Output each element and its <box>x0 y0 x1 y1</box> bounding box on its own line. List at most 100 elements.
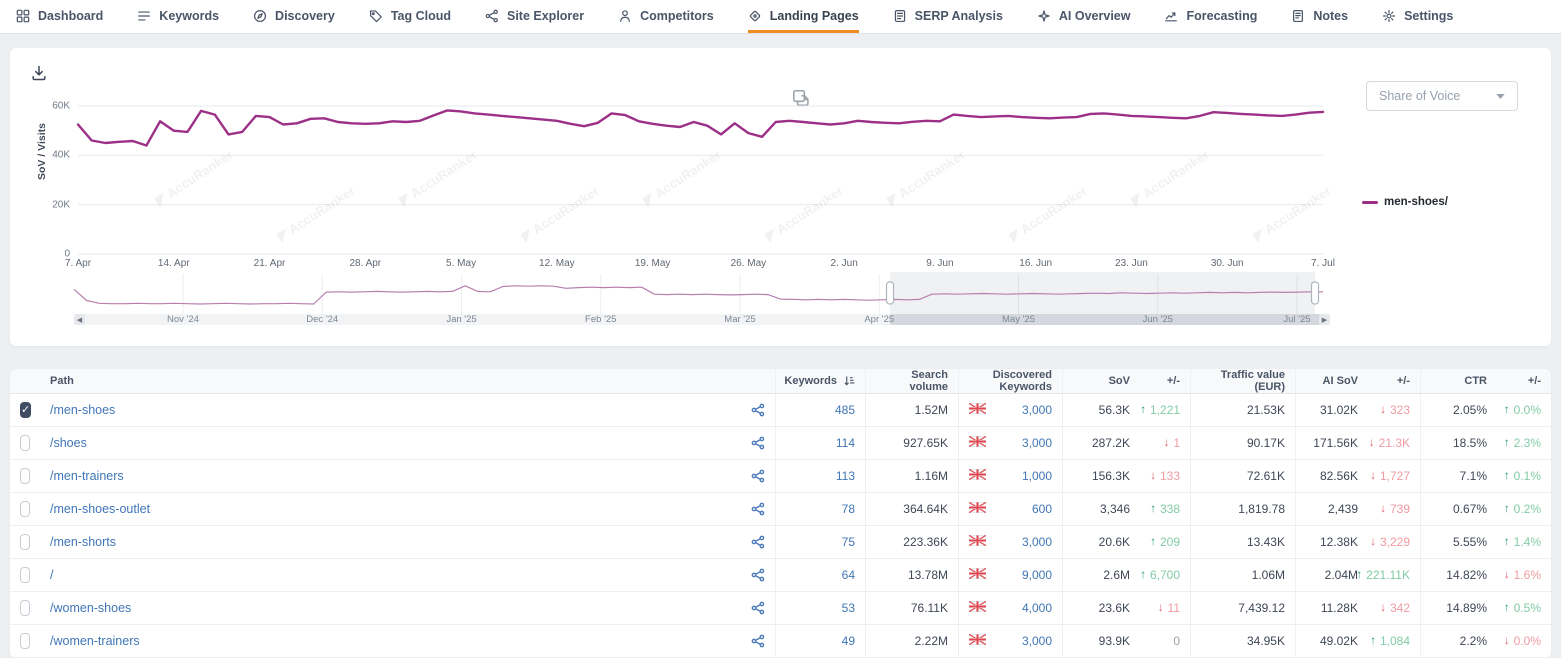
path-link[interactable]: /men-trainers <box>50 469 124 483</box>
row-checkbox[interactable] <box>20 633 30 649</box>
col-ctr-change[interactable]: +/- <box>1497 369 1551 394</box>
col-ai-sov[interactable]: AI SoV <box>1295 369 1368 394</box>
serp-analysis-icon <box>893 9 907 23</box>
navigator-month-label: May '25 <box>1002 314 1035 325</box>
sitemap-icon[interactable] <box>751 601 765 615</box>
keywords-count-link[interactable]: 114 <box>836 436 855 450</box>
nav-item-notes[interactable]: Notes <box>1291 0 1348 33</box>
y-tick-label: 40K <box>30 150 70 161</box>
discovered-count-link[interactable]: 3,000 <box>1022 436 1052 450</box>
ctr-change-cell: ↑0.2% <box>1497 493 1551 526</box>
discovered-keywords-cell: 600 <box>958 493 1062 526</box>
nav-item-dashboard[interactable]: Dashboard <box>16 0 103 33</box>
nav-item-site-explorer[interactable]: Site Explorer <box>485 0 584 33</box>
sitemap-icon[interactable] <box>751 403 765 417</box>
col-search-volume[interactable]: Search volume <box>865 369 958 394</box>
navigator-month-label: Jul '25 <box>1283 314 1310 325</box>
discovered-keywords-cell: 9,000 <box>958 559 1062 592</box>
path-link[interactable]: /women-trainers <box>50 634 140 648</box>
ctr-change-cell: ↑0.5% <box>1497 592 1551 625</box>
nav-item-label: Site Explorer <box>507 9 584 23</box>
row-checkbox[interactable] <box>20 600 30 616</box>
col-keywords[interactable]: Keywords <box>775 369 865 394</box>
col-traffic-value[interactable]: Traffic value (EUR) <box>1190 369 1295 394</box>
nav-item-label: Competitors <box>640 9 714 23</box>
sov-cell: 20.6K <box>1062 526 1140 559</box>
path-link[interactable]: /women-shoes <box>50 601 131 615</box>
keywords-count-link[interactable]: 53 <box>842 601 855 615</box>
path-link[interactable]: /men-shoes <box>50 403 115 417</box>
discovered-count-link[interactable]: 4,000 <box>1022 601 1052 615</box>
sov-cell: 156.3K <box>1062 460 1140 493</box>
discovered-count-link[interactable]: 1,000 <box>1022 469 1052 483</box>
nav-item-settings[interactable]: Settings <box>1382 0 1453 33</box>
sitemap-icon[interactable] <box>751 469 765 483</box>
search-volume-cell: 13.78M <box>865 559 958 592</box>
sitemap-icon[interactable] <box>751 436 765 450</box>
keywords-count-link[interactable]: 485 <box>835 403 855 417</box>
col-sov-change[interactable]: +/- <box>1140 369 1190 394</box>
nav-item-serp-analysis[interactable]: SERP Analysis <box>893 0 1003 33</box>
keywords-cell: 53 <box>775 592 865 625</box>
row-checkbox[interactable] <box>20 567 30 583</box>
table-row-men-trainers: /men-trainers 113 1.16M <box>10 460 1551 493</box>
ctr-change-cell: ↓1.6% <box>1497 559 1551 592</box>
scroll-left-arrow[interactable]: ◀ <box>74 314 85 325</box>
keywords-count-link[interactable]: 78 <box>842 502 855 516</box>
discovery-icon <box>253 9 267 23</box>
sitemap-icon[interactable] <box>751 568 765 582</box>
checkbox-cell <box>10 625 40 658</box>
keywords-count-link[interactable]: 113 <box>836 469 855 483</box>
col-ctr[interactable]: CTR <box>1420 369 1497 394</box>
nav-item-label: Discovery <box>275 9 335 23</box>
keywords-cell: 113 <box>775 460 865 493</box>
ai-sov-change-cell: ↑221.11K <box>1368 559 1420 592</box>
gb-flag-icon <box>969 634 986 648</box>
keywords-count-link[interactable]: 49 <box>842 634 855 648</box>
sov-cell: 23.6K <box>1062 592 1140 625</box>
row-checkbox[interactable] <box>20 435 30 451</box>
keywords-count-link[interactable]: 75 <box>842 535 855 549</box>
checkbox-cell <box>10 427 40 460</box>
traffic-value-cell: 1,819.78 <box>1190 493 1295 526</box>
path-link[interactable]: /men-shoes-outlet <box>50 502 150 516</box>
path-link[interactable]: /shoes <box>50 436 87 450</box>
col-sov[interactable]: SoV <box>1062 369 1140 394</box>
path-cell: /women-trainers <box>40 625 775 658</box>
sitemap-icon[interactable] <box>751 634 765 648</box>
nav-item-discovery[interactable]: Discovery <box>253 0 335 33</box>
sitemap-icon[interactable] <box>751 502 765 516</box>
search-volume-cell: 1.52M <box>865 394 958 427</box>
range-handle-left[interactable] <box>887 282 894 304</box>
discovered-count-link[interactable]: 9,000 <box>1022 568 1052 582</box>
sov-change-cell: ↑6,700 <box>1140 559 1190 592</box>
discovered-count-link[interactable]: 3,000 <box>1022 403 1052 417</box>
path-link[interactable]: /men-shorts <box>50 535 116 549</box>
nav-item-keywords[interactable]: Keywords <box>137 0 219 33</box>
discovered-count-link[interactable]: 3,000 <box>1022 634 1052 648</box>
nav-item-competitors[interactable]: Competitors <box>618 0 714 33</box>
keywords-count-link[interactable]: 64 <box>842 568 855 582</box>
row-checkbox[interactable] <box>20 534 30 550</box>
timeline-scrollbar-thumb[interactable] <box>890 314 1325 325</box>
range-handle-right[interactable] <box>1312 282 1319 304</box>
discovered-count-link[interactable]: 600 <box>1032 502 1052 516</box>
discovered-count-link[interactable]: 3,000 <box>1022 535 1052 549</box>
row-checkbox[interactable] <box>20 501 30 517</box>
sov-cell: 287.2K <box>1062 427 1140 460</box>
col-discovered-keywords[interactable]: Discovered Keywords <box>958 369 1062 394</box>
col-ai-sov-change[interactable]: +/- <box>1368 369 1420 394</box>
nav-item-landing-pages[interactable]: Landing Pages <box>748 0 859 33</box>
path-link[interactable]: / <box>50 568 53 582</box>
nav-item-tag-cloud[interactable]: Tag Cloud <box>369 0 451 33</box>
row-checkbox[interactable] <box>20 468 30 484</box>
scroll-right-arrow[interactable]: ▶ <box>1319 314 1330 325</box>
sov-change-cell: ↓133 <box>1140 460 1190 493</box>
nav-item-ai-overview[interactable]: AI Overview <box>1037 0 1131 33</box>
ctr-cell: 5.55% <box>1420 526 1497 559</box>
x-tick-label: 26. May <box>731 258 767 269</box>
row-checkbox[interactable]: ✓ <box>20 402 31 418</box>
nav-item-forecasting[interactable]: Forecasting <box>1164 0 1257 33</box>
sitemap-icon[interactable] <box>751 535 765 549</box>
landing-pages-table: Path Keywords Search volume Discovered K… <box>10 369 1551 658</box>
